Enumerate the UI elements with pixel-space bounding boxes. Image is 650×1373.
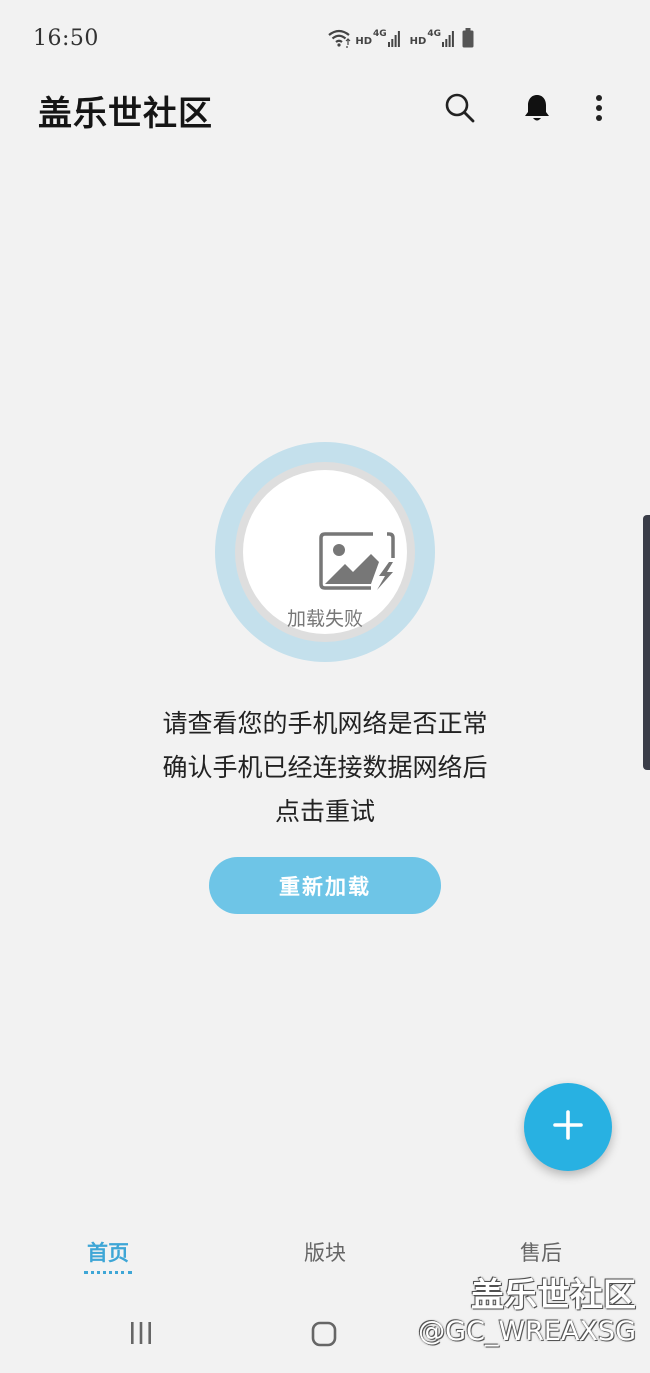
reload-button[interactable]: 重新加载 — [209, 857, 441, 914]
more-vert-icon — [595, 94, 603, 126]
search-icon — [444, 92, 476, 128]
new-post-fab[interactable] — [524, 1083, 612, 1171]
battery-icon — [462, 28, 474, 48]
home-icon — [310, 1321, 338, 1352]
active-tab-indicator — [84, 1271, 132, 1274]
status-time: 16:50 — [33, 26, 99, 51]
error-message: 请查看您的手机网络是否正常 确认手机已经连接数据网络后 点击重试 — [0, 702, 650, 834]
sim2-4g-label: 4G — [427, 29, 441, 39]
notifications-button[interactable] — [517, 90, 557, 130]
watermark-handle: @GC_WREAXSG — [418, 1316, 636, 1347]
edge-panel-handle[interactable] — [643, 515, 650, 770]
more-options-button[interactable] — [579, 90, 619, 130]
home-button[interactable] — [310, 1320, 338, 1352]
error-message-line: 点击重试 — [274, 797, 375, 826]
load-failed-illustration: 加载失败 — [215, 442, 435, 662]
broken-image-icon — [319, 532, 397, 594]
tab-after-sales[interactable]: 售后 — [491, 1237, 591, 1267]
sim2-hd-label: HD — [409, 36, 427, 47]
status-icons: HD 4G HD 4G — [327, 28, 474, 48]
recents-icon — [128, 1322, 154, 1350]
search-button[interactable] — [440, 90, 480, 130]
bell-icon — [523, 93, 551, 127]
plus-icon — [553, 1110, 583, 1144]
wifi-icon — [327, 28, 351, 48]
tab-home[interactable]: 首页 — [58, 1237, 158, 1267]
app-bar: 盖乐世社区 — [0, 80, 650, 140]
illustration-center: 加载失败 — [243, 470, 407, 634]
app-title: 盖乐世社区 — [38, 94, 213, 134]
load-failed-label: 加载失败 — [286, 608, 363, 630]
error-message-line: 确认手机已经连接数据网络后 — [162, 753, 488, 782]
error-message-line: 请查看您的手机网络是否正常 — [162, 709, 488, 738]
signal-hd-4g-icon: HD 4G — [410, 29, 454, 47]
recents-button[interactable] — [128, 1320, 154, 1350]
status-bar: 16:50 HD 4G HD 4G — [0, 0, 650, 80]
signal-hd-4g-icon: HD 4G — [355, 29, 400, 47]
watermark-title: 盖乐世社区 — [471, 1275, 636, 1314]
sim1-hd-label: HD — [355, 36, 373, 47]
tab-boards[interactable]: 版块 — [275, 1237, 375, 1267]
sim1-4g-label: 4G — [373, 29, 387, 39]
